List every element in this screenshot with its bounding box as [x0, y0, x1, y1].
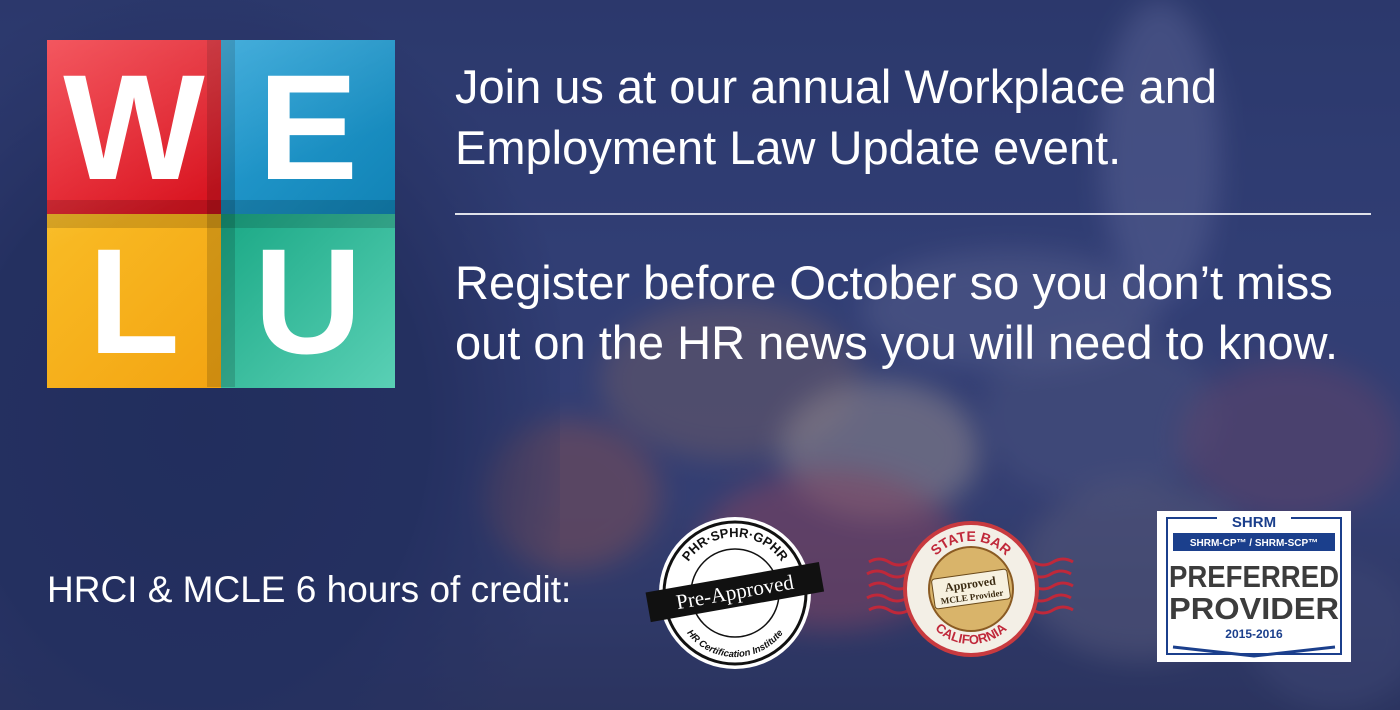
logo-tile-w: W: [47, 40, 221, 214]
credit-hours-label: HRCI & MCLE 6 hours of credit:: [47, 569, 572, 610]
logo-tile-u: U: [221, 214, 395, 388]
shrm-preferred-text: PREFERRED: [1169, 559, 1339, 594]
logo-divider-horizontal: [47, 200, 395, 228]
event-banner: W E L U Join us at our annual Workplace …: [0, 0, 1400, 710]
shrm-sub-text: SHRM-CP™ / SHRM-SCP™: [1190, 538, 1318, 549]
event-headline: Join us at our annual Workplace and Empl…: [455, 60, 1218, 174]
shrm-provider-text: PROVIDER: [1169, 591, 1339, 626]
logo-tile-l: L: [47, 214, 221, 388]
registration-message: Register before October so you don’t mis…: [455, 256, 1339, 369]
hrci-preapproved-badge: PHR·SPHR·GPHR HR Certification Institute…: [645, 517, 825, 669]
state-bar-mcle-badge: STATE BAR CALIFORNIA Approved MCLE Provi…: [866, 521, 1074, 657]
logo-tile-e: E: [221, 40, 395, 214]
welu-logo: W E L U: [47, 40, 395, 388]
headline-divider: [455, 213, 1371, 215]
shrm-header: SHRM: [1232, 514, 1276, 531]
shrm-preferred-provider-badge: SHRM SHRM-CP™ / SHRM-SCP™ PREFERRED PROV…: [1157, 511, 1351, 662]
shrm-years: 2015-2016: [1225, 627, 1283, 641]
